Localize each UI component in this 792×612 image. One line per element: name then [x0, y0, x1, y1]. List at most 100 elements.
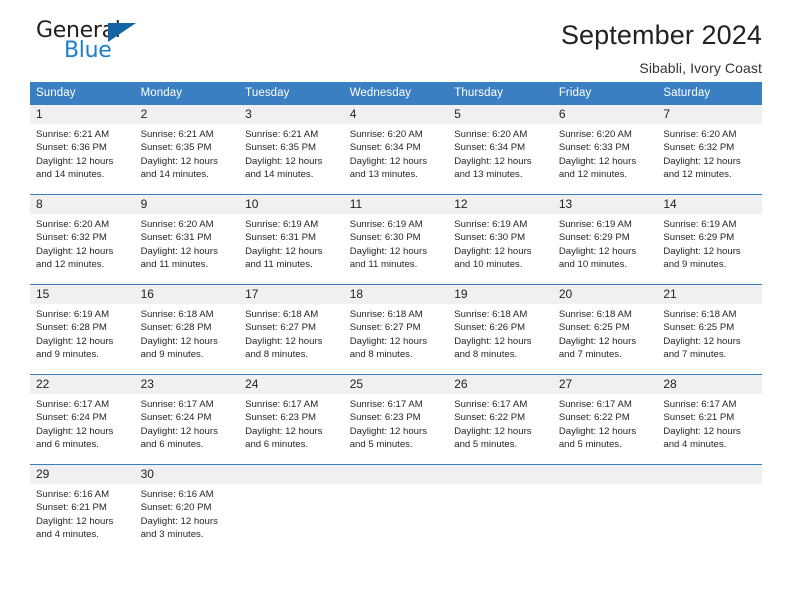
day-cell-inner: 21 Sunrise: 6:18 AM Sunset: 6:25 PM Dayligh… [657, 285, 762, 374]
day-info-sunrise: Sunrise: 6:18 AM [349, 309, 423, 320]
day-sun-info: Sunrise: 6:16 AM Sunset: 6:21 PM Daylight:… [30, 484, 135, 542]
day-cell[interactable]: 13 Sunrise: 6:19 AM Sunset: 6:29 PM Dayligh… [552, 194, 658, 285]
day-cell[interactable]: 24 Sunrise: 6:17 AM Sunset: 6:23 PM Dayligh… [239, 374, 344, 465]
day-info-daylight1: Daylight: 12 hours [454, 245, 532, 257]
day-sun-info: Sunrise: 6:17 AM Sunset: 6:23 PM Daylight:… [239, 394, 344, 452]
day-info-daylight1: Daylight: 12 hours [454, 425, 532, 437]
weekday-header-wednesday: Wednesday [343, 82, 449, 105]
day-cell[interactable]: 2 Sunrise: 6:21 AM Sunset: 6:35 PM Daylight… [134, 104, 240, 195]
day-cell-inner: 18 Sunrise: 6:18 AM Sunset: 6:27 PM Dayligh… [343, 285, 449, 374]
day-sun-info: Sunrise: 6:20 AM Sunset: 6:34 PM Daylight:… [344, 124, 449, 182]
day-cell-inner [343, 465, 449, 555]
day-info-daylight1: Daylight: 12 hours [663, 155, 741, 167]
day-cell[interactable]: 1 Sunrise: 6:21 AM Sunset: 6:36 PM Daylight… [30, 104, 135, 195]
day-cell-inner: 9 Sunrise: 6:20 AM Sunset: 6:31 PM Daylight… [134, 195, 240, 284]
day-cell[interactable]: 6 Sunrise: 6:20 AM Sunset: 6:33 PM Daylight… [552, 104, 658, 195]
day-cell-inner [657, 465, 762, 555]
day-cell[interactable]: 8 Sunrise: 6:20 AM Sunset: 6:32 PM Daylight… [30, 194, 135, 285]
day-info-sunset: Sunset: 6:20 PM [140, 502, 212, 514]
day-cell[interactable]: 9 Sunrise: 6:20 AM Sunset: 6:31 PM Daylight… [134, 194, 240, 285]
day-sun-info: Sunrise: 6:17 AM Sunset: 6:22 PM Daylight:… [448, 394, 553, 452]
day-sun-info: Sunrise: 6:21 AM Sunset: 6:36 PM Daylight:… [30, 124, 135, 182]
day-cell[interactable]: 20 Sunrise: 6:18 AM Sunset: 6:25 PM Dayligh… [552, 284, 658, 375]
day-info-daylight1: Daylight: 12 hours [663, 245, 741, 257]
day-cell-inner: 29 Sunrise: 6:16 AM Sunset: 6:21 PM Dayligh… [30, 465, 135, 555]
day-cell[interactable]: 11 Sunrise: 6:19 AM Sunset: 6:30 PM Dayligh… [343, 194, 449, 285]
day-info-daylight2: and 11 minutes. [245, 259, 313, 271]
day-sun-info: Sunrise: 6:18 AM Sunset: 6:25 PM Daylight:… [553, 304, 658, 362]
day-cell[interactable]: 27 Sunrise: 6:17 AM Sunset: 6:22 PM Dayligh… [552, 374, 658, 465]
day-info-sunset: Sunset: 6:28 PM [140, 322, 212, 334]
day-cell[interactable]: 5 Sunrise: 6:20 AM Sunset: 6:34 PM Daylight… [448, 104, 553, 195]
day-number [239, 465, 344, 484]
day-info-daylight2: and 9 minutes. [663, 259, 727, 271]
day-cell[interactable]: 22 Sunrise: 6:17 AM Sunset: 6:24 PM Dayligh… [30, 374, 135, 465]
day-cell[interactable]: 19 Sunrise: 6:18 AM Sunset: 6:26 PM Dayligh… [448, 284, 553, 375]
day-info-daylight2: and 12 minutes. [36, 259, 105, 271]
day-info-daylight1: Daylight: 12 hours [454, 335, 532, 347]
day-sun-info: Sunrise: 6:20 AM Sunset: 6:33 PM Daylight:… [553, 124, 658, 182]
day-cell[interactable]: 14 Sunrise: 6:19 AM Sunset: 6:29 PM Dayligh… [657, 194, 762, 285]
day-number: 25 [343, 375, 449, 394]
day-info-daylight1: Daylight: 12 hours [558, 245, 637, 257]
day-cell[interactable]: 3 Sunrise: 6:21 AM Sunset: 6:35 PM Daylight… [239, 104, 344, 195]
page-subtitle: Sibabli, Ivory Coast [639, 60, 762, 77]
day-cell-inner: 10 Sunrise: 6:19 AM Sunset: 6:31 PM Dayligh… [239, 195, 344, 284]
day-info-daylight1: Daylight: 12 hours [245, 425, 323, 437]
day-cell[interactable]: 23 Sunrise: 6:17 AM Sunset: 6:24 PM Dayligh… [134, 374, 240, 465]
calendar-page: General Blue September 2024 Sibabli, Ivo… [0, 0, 792, 612]
day-info-daylight1: Daylight: 12 hours [558, 425, 637, 437]
day-info-sunset: Sunset: 6:30 PM [349, 232, 421, 244]
day-info-sunset: Sunset: 6:35 PM [245, 142, 317, 154]
day-cell[interactable]: 15 Sunrise: 6:19 AM Sunset: 6:28 PM Dayligh… [30, 284, 135, 375]
day-info-sunrise: Sunrise: 6:17 AM [558, 399, 632, 410]
day-cell-inner: 2 Sunrise: 6:21 AM Sunset: 6:35 PM Daylight… [134, 105, 240, 194]
day-info-daylight1: Daylight: 12 hours [36, 155, 114, 167]
day-number [552, 465, 658, 484]
day-info-sunset: Sunset: 6:34 PM [454, 142, 526, 154]
day-cell[interactable]: 21 Sunrise: 6:18 AM Sunset: 6:25 PM Dayligh… [657, 284, 762, 375]
day-info-sunrise: Sunrise: 6:17 AM [349, 399, 423, 410]
calendar-week-row: 29 Sunrise: 6:16 AM Sunset: 6:21 PM Dayligh… [30, 464, 762, 555]
day-number: 21 [657, 285, 762, 304]
day-cell[interactable]: 16 Sunrise: 6:18 AM Sunset: 6:28 PM Dayligh… [134, 284, 240, 375]
day-cell-inner: 27 Sunrise: 6:17 AM Sunset: 6:22 PM Dayligh… [552, 375, 658, 464]
day-cell-inner: 11 Sunrise: 6:19 AM Sunset: 6:30 PM Dayligh… [343, 195, 449, 284]
day-info-sunrise: Sunrise: 6:20 AM [36, 219, 110, 230]
logo-text-blue: Blue [64, 38, 112, 63]
day-info-sunset: Sunset: 6:36 PM [36, 142, 107, 154]
day-cell-inner: 8 Sunrise: 6:20 AM Sunset: 6:32 PM Daylight… [30, 195, 135, 284]
day-cell[interactable]: 10 Sunrise: 6:19 AM Sunset: 6:31 PM Dayligh… [239, 194, 344, 285]
day-cell[interactable]: 30 Sunrise: 6:16 AM Sunset: 6:20 PM Dayligh… [134, 464, 240, 555]
day-info-daylight2: and 7 minutes. [663, 349, 727, 361]
day-cell-inner: 5 Sunrise: 6:20 AM Sunset: 6:34 PM Daylight… [448, 105, 553, 194]
day-sun-info: Sunrise: 6:17 AM Sunset: 6:23 PM Daylight:… [344, 394, 449, 452]
day-number: 2 [134, 105, 240, 124]
day-info-daylight2: and 5 minutes. [558, 439, 622, 451]
day-number: 30 [134, 465, 240, 484]
day-info-sunset: Sunset: 6:27 PM [245, 322, 317, 334]
day-info-sunrise: Sunrise: 6:17 AM [454, 399, 528, 410]
day-cell[interactable]: 4 Sunrise: 6:20 AM Sunset: 6:34 PM Daylight… [343, 104, 449, 195]
day-cell[interactable]: 28 Sunrise: 6:17 AM Sunset: 6:21 PM Dayligh… [657, 374, 762, 465]
day-number: 20 [552, 285, 658, 304]
day-cell-inner: 7 Sunrise: 6:20 AM Sunset: 6:32 PM Daylight… [657, 105, 762, 194]
day-cell[interactable]: 18 Sunrise: 6:18 AM Sunset: 6:27 PM Dayligh… [343, 284, 449, 375]
day-number [657, 465, 762, 484]
day-cell-inner [448, 465, 553, 555]
day-info-sunrise: Sunrise: 6:21 AM [36, 129, 110, 140]
day-number: 26 [448, 375, 553, 394]
day-cell[interactable]: 25 Sunrise: 6:17 AM Sunset: 6:23 PM Dayligh… [343, 374, 449, 465]
day-info-sunrise: Sunrise: 6:20 AM [349, 129, 423, 140]
day-number [448, 465, 553, 484]
day-cell[interactable]: 12 Sunrise: 6:19 AM Sunset: 6:30 PM Dayligh… [448, 194, 553, 285]
day-info-daylight1: Daylight: 12 hours [36, 515, 114, 527]
day-cell-empty [552, 464, 658, 555]
day-cell[interactable]: 29 Sunrise: 6:16 AM Sunset: 6:21 PM Dayligh… [30, 464, 135, 555]
day-cell[interactable]: 26 Sunrise: 6:17 AM Sunset: 6:22 PM Dayligh… [448, 374, 553, 465]
day-info-daylight2: and 11 minutes. [140, 259, 209, 271]
day-sun-info: Sunrise: 6:19 AM Sunset: 6:30 PM Daylight:… [448, 214, 553, 272]
day-cell[interactable]: 17 Sunrise: 6:18 AM Sunset: 6:27 PM Dayligh… [239, 284, 344, 375]
day-cell[interactable]: 7 Sunrise: 6:20 AM Sunset: 6:32 PM Daylight… [657, 104, 762, 195]
day-info-daylight1: Daylight: 12 hours [558, 155, 637, 167]
